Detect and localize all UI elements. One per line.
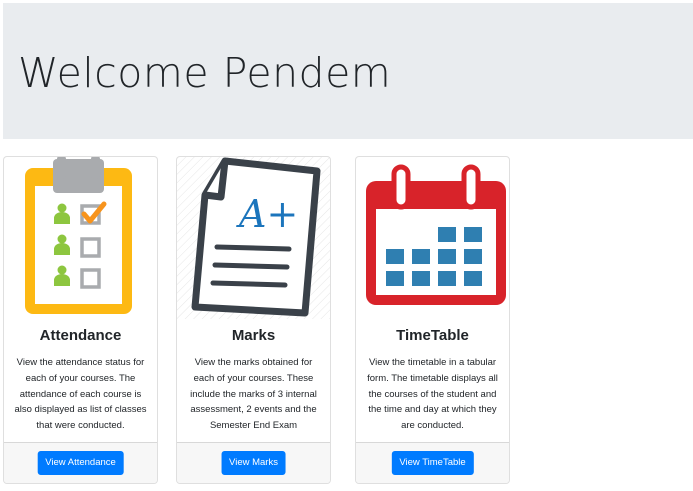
view-timetable-button[interactable]: View TimeTable: [391, 451, 474, 475]
timetable-card: TimeTable View the timetable in a tabula…: [355, 156, 510, 484]
attendance-image: [4, 157, 157, 319]
timetable-image: [356, 157, 509, 319]
marks-card-footer: View Marks: [177, 442, 330, 483]
timetable-card-footer: View TimeTable: [356, 442, 509, 483]
svg-text:A+: A+: [236, 192, 298, 236]
marks-card: A+ Marks View the marks obtained for eac…: [176, 156, 331, 484]
view-attendance-button[interactable]: View Attendance: [37, 451, 124, 475]
attendance-card: Attendance View the attendance status fo…: [3, 156, 158, 484]
calendar-icon: [366, 164, 506, 305]
attendance-card-footer: View Attendance: [4, 442, 157, 483]
page-title: Welcome Pendem: [18, 49, 392, 97]
timetable-card-title: TimeTable: [396, 327, 469, 344]
attendance-card-text: View the attendance status for each of y…: [14, 357, 147, 432]
marks-card-text: View the marks obtained for each of your…: [190, 357, 317, 432]
welcome-jumbotron: Welcome Pendem: [3, 3, 693, 139]
marks-card-title: Marks: [231, 327, 276, 344]
timetable-card-text: View the timetable in a tabular form. Th…: [367, 357, 498, 432]
marks-paper-icon: A+: [177, 157, 330, 319]
attendance-checklist-icon: [25, 157, 132, 314]
marks-image: A+: [177, 157, 330, 319]
attendance-card-title: Attendance: [39, 327, 122, 344]
view-marks-button[interactable]: View Marks: [221, 451, 286, 475]
